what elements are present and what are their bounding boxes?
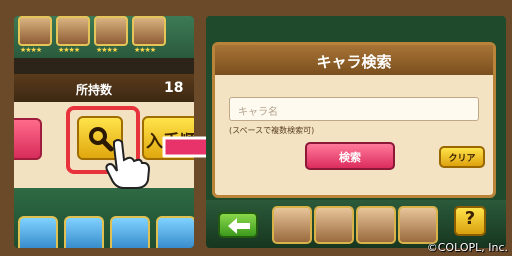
pointing-hand-icon [105,139,151,189]
character-card[interactable] [314,206,354,244]
character-card[interactable] [272,206,312,244]
character-card[interactable] [110,216,150,248]
dialog-title: キャラ検索 [316,53,392,71]
back-arrow-icon [228,218,250,234]
character-card-row: ★★★★ ★★★★ ★★★★ ★★★★ [14,16,194,58]
copyright-notice: ©COLOPL, Inc. [426,241,508,254]
search-hint: (スペースで複数検索可) [229,126,315,135]
character-card[interactable] [64,216,104,248]
character-search-screen: キャラ検索 キャラ名 (スペースで複数検索可) 検索 クリア ? [206,16,506,248]
help-button[interactable]: ? [454,206,486,236]
search-submit-button[interactable]: 検索 [305,142,395,170]
owned-count-value: 18 [164,80,184,96]
screenshot-frame: ★★★★ ★★★★ ★★★★ ★★★★ 所持数 18 入手順 [0,0,512,256]
help-icon: ? [464,208,476,229]
dialog-header: キャラ検索 [215,45,493,75]
star-rating-icon: ★★★★ [134,46,156,54]
back-button[interactable] [218,212,258,238]
star-rating-icon: ★★★★ [96,46,118,54]
character-card[interactable] [18,16,52,46]
character-card[interactable] [398,206,438,244]
character-card[interactable] [94,16,128,46]
owned-count-label: 所持数 [76,83,113,97]
character-card[interactable] [56,16,90,46]
clear-button[interactable]: クリア [439,146,485,168]
character-card[interactable] [356,206,396,244]
character-card[interactable] [156,216,194,248]
filter-button[interactable] [14,118,42,160]
character-card[interactable] [132,16,166,46]
star-rating-icon: ★★★★ [20,46,42,54]
owned-count-bar: 所持数 18 [14,74,194,102]
character-name-input[interactable]: キャラ名 [229,97,479,121]
character-search-dialog: キャラ検索 キャラ名 (スペースで複数検索可) 検索 クリア [212,42,496,198]
star-rating-icon: ★★★★ [58,46,80,54]
character-card[interactable] [18,216,58,248]
